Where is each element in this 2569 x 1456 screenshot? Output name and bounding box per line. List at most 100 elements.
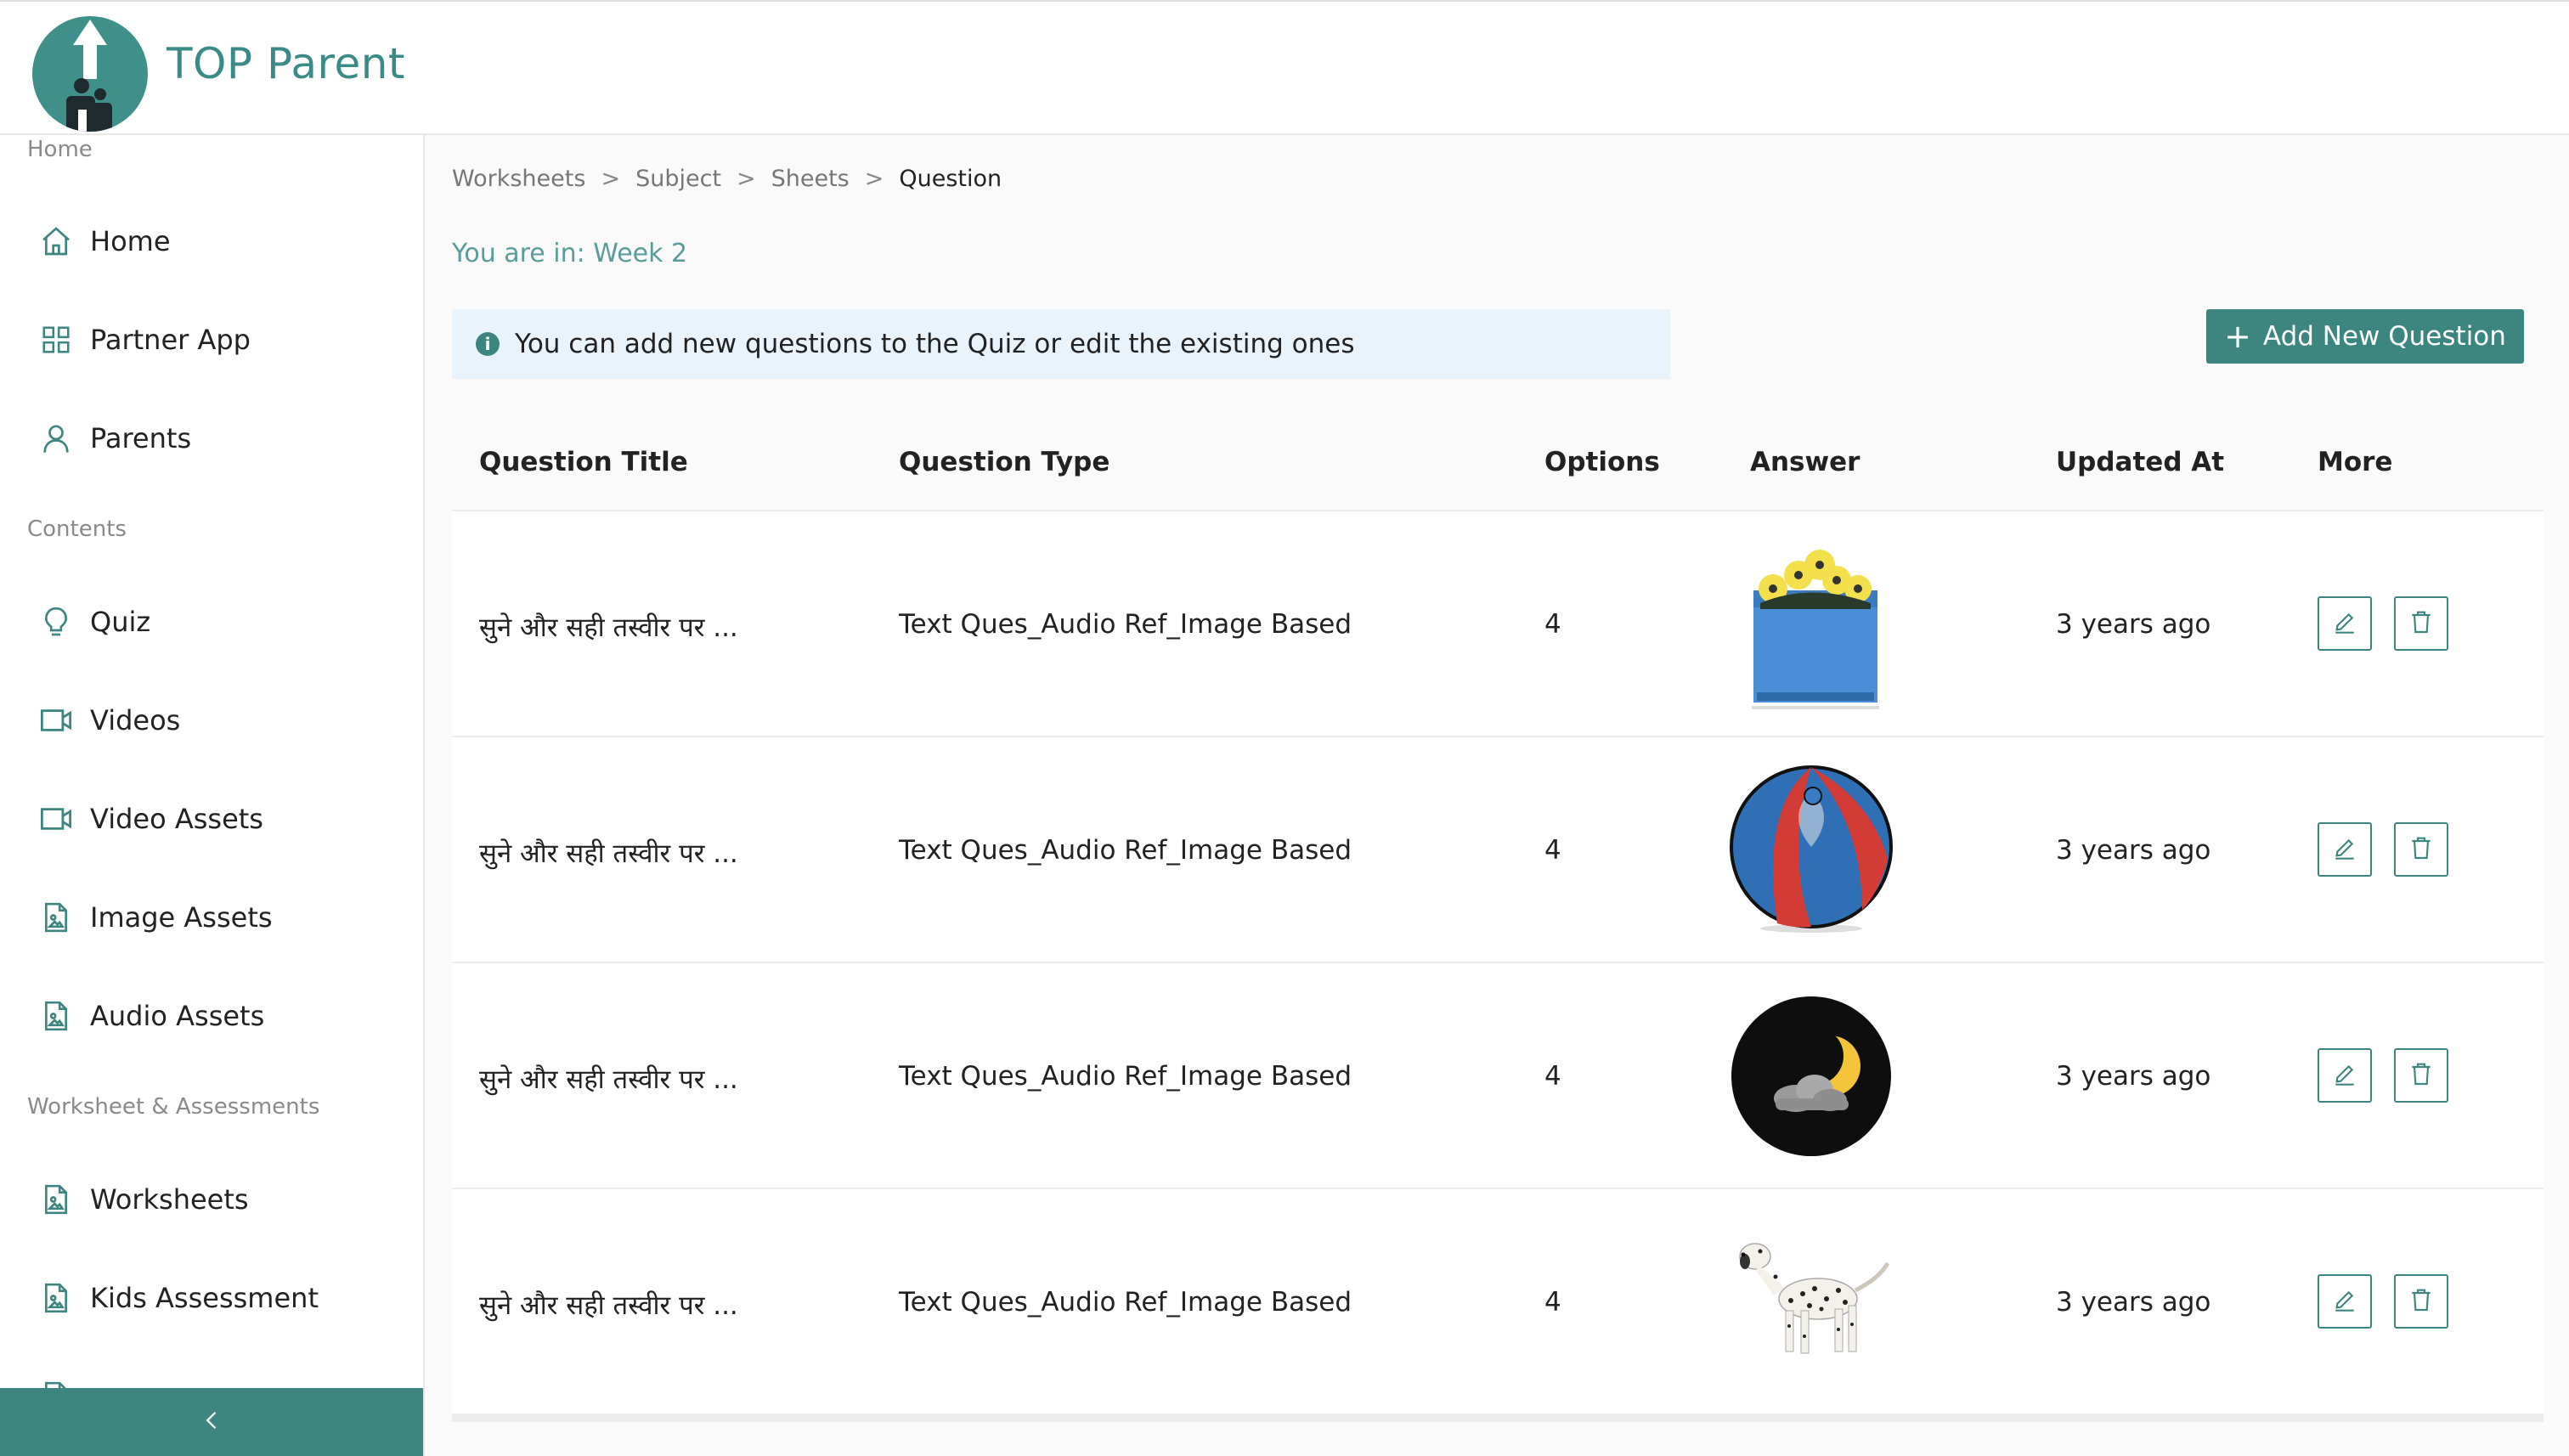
- breadcrumb-separator: >: [601, 166, 621, 192]
- edit-button[interactable]: [2318, 1274, 2372, 1329]
- edit-icon: [2331, 834, 2358, 865]
- sidebar-item-label: Video Assets: [90, 803, 263, 835]
- breadcrumb-separator: >: [737, 166, 756, 192]
- brand-name[interactable]: TOP Parent: [167, 39, 405, 88]
- edit-button[interactable]: [2318, 1048, 2372, 1103]
- question-title: सुने और सही तस्वीर पर ...: [479, 612, 738, 643]
- sidebar-item-label: Quiz: [90, 606, 151, 638]
- delete-button[interactable]: [2394, 1274, 2448, 1329]
- delete-button[interactable]: [2394, 822, 2448, 877]
- options-count: 4: [1544, 835, 1561, 866]
- header-answer[interactable]: Answer: [1750, 447, 1860, 477]
- moon-cloud-night-image: [1726, 991, 1896, 1161]
- trash-icon: [2408, 1060, 2435, 1091]
- trash-icon: [2408, 834, 2435, 865]
- edit-icon: [2331, 608, 2358, 639]
- sidebar-item-label: Parents: [90, 422, 192, 454]
- plus-icon: +: [2224, 318, 2251, 355]
- header-updated-at[interactable]: Updated At: [2056, 447, 2224, 477]
- breadcrumb-item-sheets[interactable]: Sheets: [771, 166, 850, 192]
- location-text: You are in: Week 2: [452, 239, 688, 268]
- dalmatian-dog-image: [1726, 1217, 1896, 1387]
- brand-logo[interactable]: [32, 16, 148, 132]
- header-more: More: [2318, 447, 2393, 477]
- question-title: सुने और सही तस्वीर पर ...: [479, 1290, 738, 1321]
- table-row: सुने और सही तस्वीर पर ... Text Ques_Audi…: [452, 737, 2544, 963]
- top-header: TOP Parent: [0, 0, 2569, 135]
- lightbulb-icon: [34, 600, 78, 644]
- delete-button[interactable]: [2394, 596, 2448, 651]
- updated-at: 3 years ago: [2056, 1061, 2211, 1092]
- sidebar: Home Home Partner App Parents Contents Q…: [0, 135, 425, 1456]
- sidebar-item-partner-app[interactable]: Partner App: [34, 314, 391, 365]
- edit-button[interactable]: [2318, 596, 2372, 651]
- video-icon: [34, 698, 78, 742]
- sidebar-item-label: Partner App: [90, 324, 251, 356]
- sidebar-item-home[interactable]: Home: [34, 216, 391, 267]
- table-row: सुने और सही तस्वीर पर ... Text Ques_Audi…: [452, 1189, 2544, 1415]
- flower-pot-image: [1726, 539, 1896, 709]
- sidebar-item-quiz[interactable]: Quiz: [34, 596, 391, 647]
- sidebar-section-contents-label: Contents: [27, 516, 127, 542]
- options-count: 4: [1544, 609, 1561, 640]
- sidebar-item-kids-assessment[interactable]: Kids Assessment: [34, 1273, 391, 1323]
- edit-icon: [2331, 1286, 2358, 1317]
- info-banner: i You can add new questions to the Quiz …: [452, 309, 1670, 379]
- updated-at: 3 years ago: [2056, 609, 2211, 640]
- add-new-question-label: Add New Question: [2262, 321, 2506, 352]
- trash-icon: [2408, 1286, 2435, 1317]
- edit-icon: [2331, 1060, 2358, 1091]
- updated-at: 3 years ago: [2056, 1287, 2211, 1318]
- breadcrumb-separator: >: [864, 166, 884, 192]
- sidebar-section-home-label: Home: [27, 137, 93, 162]
- main-content: Worksheets > Subject > Sheets > Question…: [425, 135, 2569, 1456]
- question-title: सुने और सही तस्वीर पर ...: [479, 1064, 738, 1095]
- question-type: Text Ques_Audio Ref_Image Based: [899, 1287, 1352, 1318]
- sidebar-collapse-button[interactable]: [0, 1388, 423, 1456]
- sidebar-section-worksheets-label: Worksheet & Assessments: [27, 1094, 320, 1120]
- table-row: सुने और सही तस्वीर पर ... Text Ques_Audi…: [452, 963, 2544, 1189]
- image-file-icon: [34, 1177, 78, 1222]
- breadcrumb-item-worksheets[interactable]: Worksheets: [452, 166, 585, 192]
- breadcrumb-item-question: Question: [899, 166, 1002, 192]
- header-question-type[interactable]: Question Type: [899, 447, 1109, 477]
- sidebar-item-label: Home: [90, 225, 171, 257]
- edit-button[interactable]: [2318, 822, 2372, 877]
- sidebar-item-label: Audio Assets: [90, 1000, 265, 1032]
- sidebar-item-worksheets[interactable]: Worksheets: [34, 1174, 391, 1225]
- image-file-icon: [34, 895, 78, 940]
- table-header: Question Title Question Type Options Ans…: [452, 415, 2544, 511]
- header-options[interactable]: Options: [1544, 447, 1660, 477]
- grid-icon: [34, 318, 78, 362]
- sidebar-item-video-assets[interactable]: Video Assets: [34, 793, 391, 844]
- questions-table: Question Title Question Type Options Ans…: [452, 415, 2544, 1422]
- header-question-title[interactable]: Question Title: [479, 447, 688, 477]
- sidebar-item-label: Worksheets: [90, 1183, 249, 1216]
- sidebar-item-videos[interactable]: Videos: [34, 695, 391, 746]
- trash-icon: [2408, 608, 2435, 639]
- question-type: Text Ques_Audio Ref_Image Based: [899, 835, 1352, 866]
- options-count: 4: [1544, 1287, 1561, 1318]
- image-file-icon: [34, 1276, 78, 1320]
- info-message: You can add new questions to the Quiz or…: [515, 329, 1355, 359]
- sidebar-item-parents[interactable]: Parents: [34, 413, 391, 464]
- user-icon: [34, 416, 78, 460]
- sidebar-item-label: Kids Assessment: [90, 1282, 319, 1314]
- breadcrumb-item-subject[interactable]: Subject: [635, 166, 721, 192]
- question-type: Text Ques_Audio Ref_Image Based: [899, 1061, 1352, 1092]
- sidebar-item-image-assets[interactable]: Image Assets: [34, 892, 391, 943]
- video-icon: [34, 797, 78, 841]
- home-icon: [34, 219, 78, 263]
- breadcrumb: Worksheets > Subject > Sheets > Question: [452, 166, 1002, 192]
- add-new-question-button[interactable]: + Add New Question: [2206, 309, 2524, 364]
- sidebar-item-label: Videos: [90, 704, 181, 736]
- updated-at: 3 years ago: [2056, 835, 2211, 866]
- sidebar-item-audio-assets[interactable]: Audio Assets: [34, 990, 391, 1041]
- beach-ball-image: [1726, 765, 1896, 935]
- delete-button[interactable]: [2394, 1048, 2448, 1103]
- table-footer-border: [452, 1415, 2544, 1422]
- table-row: सुने और सही तस्वीर पर ... Text Ques_Audi…: [452, 511, 2544, 737]
- image-file-icon: [34, 994, 78, 1038]
- chevron-left-icon: [200, 1408, 224, 1436]
- options-count: 4: [1544, 1061, 1561, 1092]
